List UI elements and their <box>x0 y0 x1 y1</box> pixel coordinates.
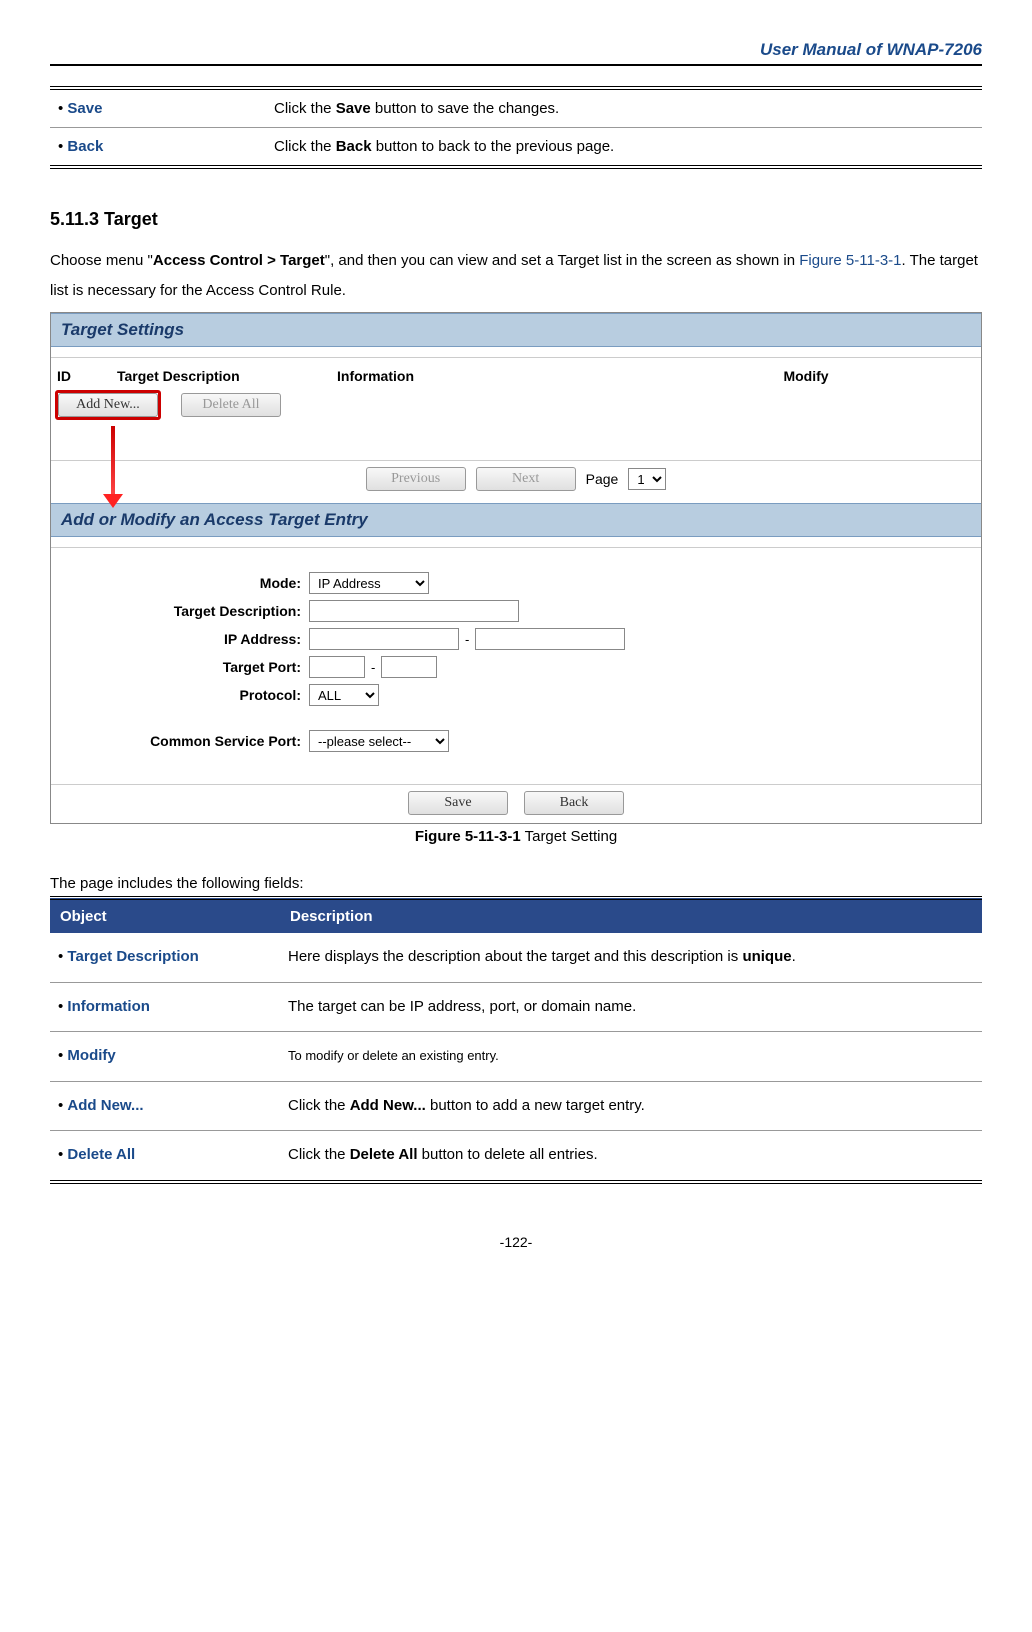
label-common-service-port: Common Service Port: <box>51 733 309 749</box>
delete-all-button[interactable]: Delete All <box>181 393 281 417</box>
add-new-button[interactable]: Add New... <box>58 393 158 417</box>
th-id: ID <box>57 368 117 384</box>
top-row-save-label: Save <box>50 88 266 128</box>
section-title: 5.11.3 Target <box>50 209 982 230</box>
page-number: -122- <box>50 1234 982 1250</box>
th-object: Object <box>50 898 280 933</box>
figure-reference: Figure 5-11-3-1 <box>799 252 901 269</box>
port-dash: - <box>371 660 375 675</box>
obj-information: Information <box>50 982 280 1032</box>
common-service-port-select[interactable]: --please select-- <box>309 730 449 752</box>
back-button[interactable]: Back <box>524 791 624 815</box>
label-mode: Mode: <box>51 575 309 591</box>
fields-description-table: Object Description Target Description He… <box>50 896 982 1184</box>
desc-target-description: Here displays the description about the … <box>280 933 982 982</box>
th-modify: Modify <box>637 368 975 384</box>
th-description: Description <box>280 898 982 933</box>
obj-modify: Modify <box>50 1032 280 1082</box>
addnew-highlight: Add New... <box>55 390 161 420</box>
top-action-table: Save Click the Save button to save the c… <box>50 86 982 169</box>
label-target-port: Target Port: <box>51 659 309 675</box>
label-ip-address: IP Address: <box>51 631 309 647</box>
obj-add-new: Add New... <box>50 1081 280 1131</box>
desc-delete-all: Click the Delete All button to delete al… <box>280 1131 982 1182</box>
fields-intro-text: The page includes the following fields: <box>50 875 982 892</box>
th-information: Information <box>337 368 637 384</box>
target-entry-form: Mode: IP Address Target Description: IP … <box>51 554 981 774</box>
desc-information: The target can be IP address, port, or d… <box>280 982 982 1032</box>
label-target-description: Target Description: <box>51 603 309 619</box>
intro-paragraph: Choose menu "Access Control > Target", a… <box>50 246 982 306</box>
top-row-back-desc: Click the Back button to back to the pre… <box>266 128 982 168</box>
doc-header: User Manual of WNAP-7206 <box>50 40 982 66</box>
ip-end-input[interactable] <box>475 628 625 650</box>
obj-target-description: Target Description <box>50 933 280 982</box>
desc-modify: To modify or delete an existing entry. <box>280 1032 982 1082</box>
top-row-save-desc: Click the Save button to save the change… <box>266 88 982 128</box>
port-end-input[interactable] <box>381 656 437 678</box>
panel-target-settings-title: Target Settings <box>51 313 981 347</box>
label-protocol: Protocol: <box>51 687 309 703</box>
ip-start-input[interactable] <box>309 628 459 650</box>
arrow-annotation <box>101 430 981 500</box>
figure-caption: Figure 5-11-3-1 Target Setting <box>50 828 982 845</box>
panel-add-modify-title: Add or Modify an Access Target Entry <box>51 503 981 537</box>
mode-select[interactable]: IP Address <box>309 572 429 594</box>
target-table-header: ID Target Description Information Modify <box>51 364 981 388</box>
save-button[interactable]: Save <box>408 791 508 815</box>
figure-screenshot: Target Settings ID Target Description In… <box>50 312 982 824</box>
th-target-description: Target Description <box>117 368 337 384</box>
desc-add-new: Click the Add New... button to add a new… <box>280 1081 982 1131</box>
obj-delete-all: Delete All <box>50 1131 280 1182</box>
protocol-select[interactable]: ALL <box>309 684 379 706</box>
ip-dash: - <box>465 632 469 647</box>
target-description-input[interactable] <box>309 600 519 622</box>
top-row-back-label: Back <box>50 128 266 168</box>
port-start-input[interactable] <box>309 656 365 678</box>
